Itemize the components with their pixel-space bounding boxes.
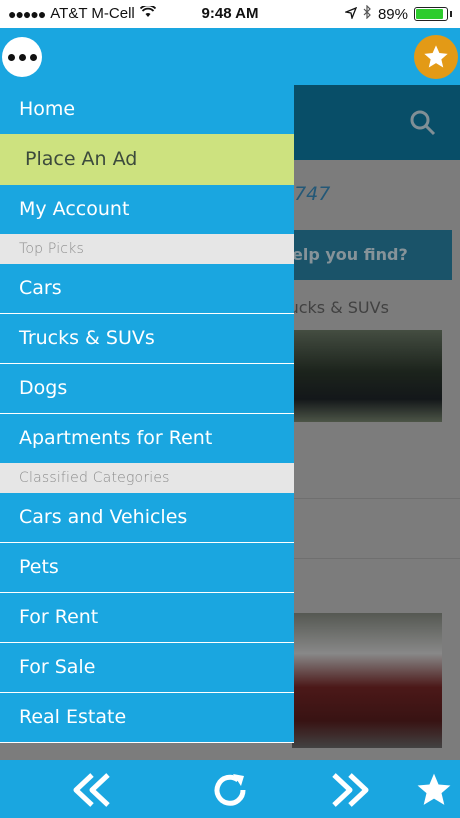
section-header-top-picks: Top Picks — [0, 234, 294, 264]
star-icon — [424, 45, 448, 68]
bluetooth-icon — [363, 4, 372, 23]
favorite-star-button[interactable] — [414, 35, 458, 79]
menu-item-pets[interactable]: Pets — [0, 543, 294, 593]
top-bar — [0, 28, 460, 85]
menu-item-dogs[interactable]: Dogs — [0, 364, 294, 414]
menu-item-cars-and-vehicles[interactable]: Cars and Vehicles — [0, 493, 294, 543]
battery-icon — [414, 7, 448, 21]
menu-item-for-rent[interactable]: For Rent — [0, 593, 294, 643]
menu-item-my-account[interactable]: My Account — [0, 185, 294, 234]
menu-item-real-estate[interactable]: Real Estate — [0, 693, 294, 743]
menu-item-trucks-suvs[interactable]: Trucks & SUVs — [0, 314, 294, 364]
menu-item-place-an-ad[interactable]: Place An Ad — [0, 134, 294, 185]
star-icon[interactable] — [412, 770, 456, 810]
status-right: 89% — [343, 4, 452, 23]
ellipsis-icon[interactable] — [2, 37, 42, 77]
location-arrow-icon — [343, 6, 358, 23]
rewind-icon[interactable] — [70, 770, 114, 810]
status-bar: ●●●●● AT&T M-Cell 9:48 AM 89% — [0, 0, 460, 28]
side-menu: Home Place An Ad My Account Top Picks Ca… — [0, 85, 294, 743]
battery-percent: 89% — [377, 5, 408, 23]
battery-cap — [450, 11, 452, 17]
battery-level — [416, 9, 443, 19]
menu-item-home[interactable]: Home — [0, 85, 294, 134]
refresh-icon[interactable] — [208, 770, 252, 810]
menu-item-apartments[interactable]: Apartments for Rent — [0, 414, 294, 463]
menu-item-cars[interactable]: Cars — [0, 264, 294, 314]
fast-forward-icon[interactable] — [328, 770, 372, 810]
menu-item-for-sale[interactable]: For Sale — [0, 643, 294, 693]
section-header-categories: Classified Categories — [0, 463, 294, 493]
bottom-toolbar — [0, 760, 460, 818]
